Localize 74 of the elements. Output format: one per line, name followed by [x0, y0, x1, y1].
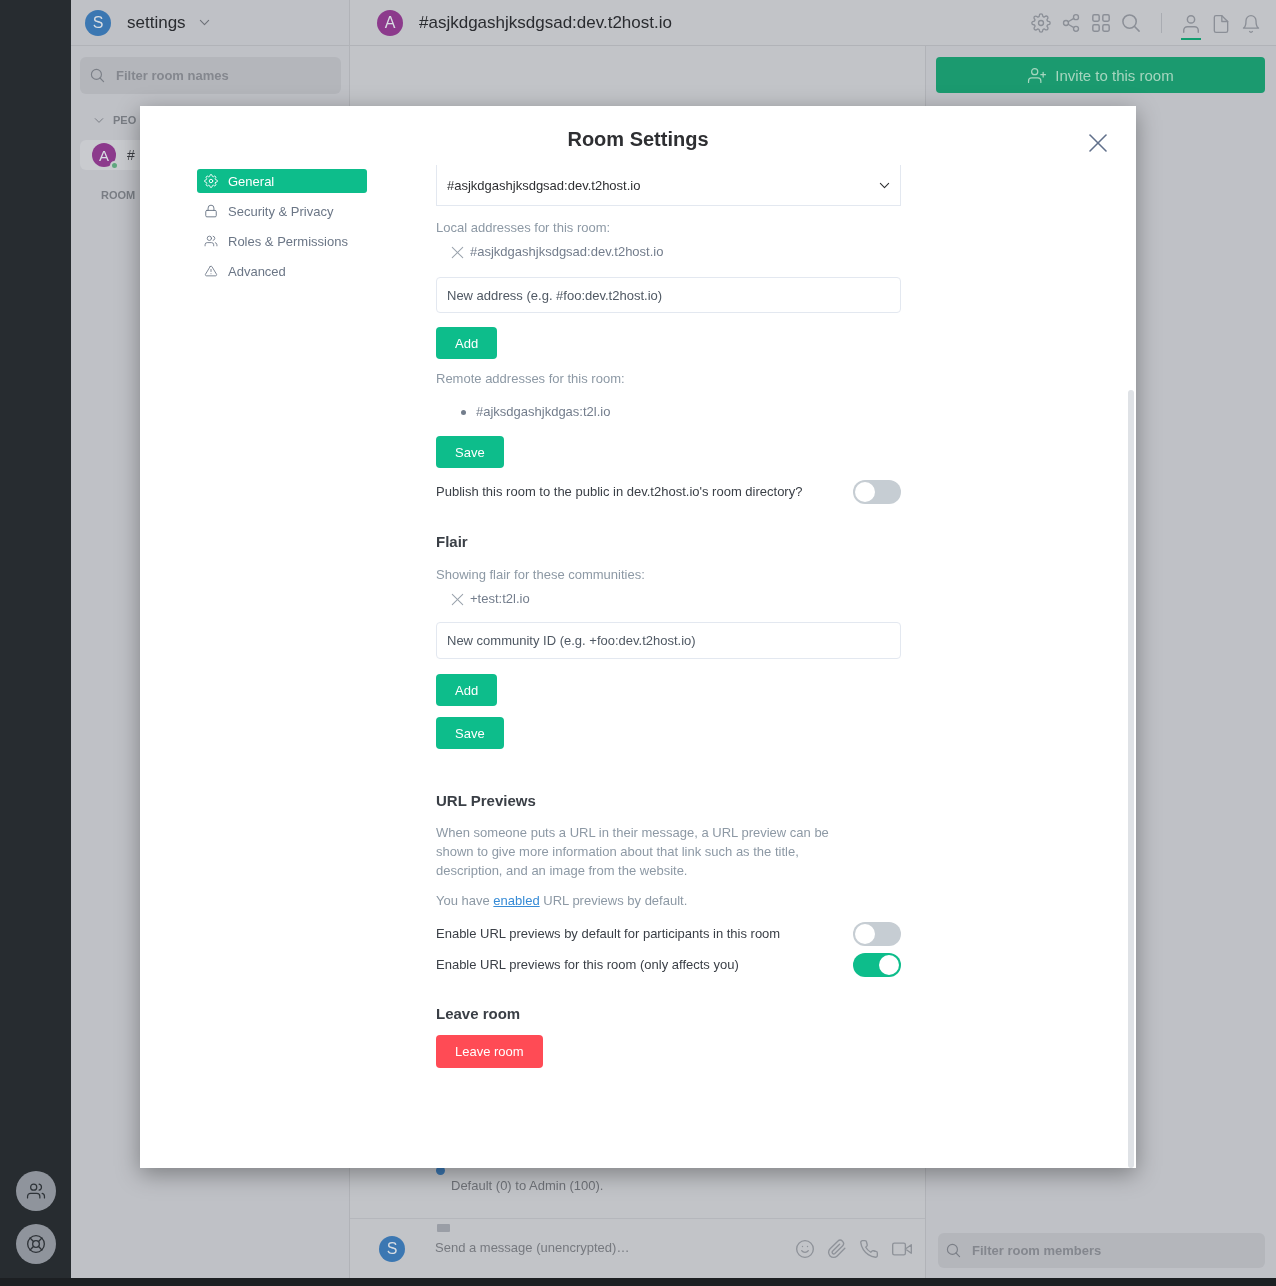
- add-button[interactable]: Add: [436, 674, 498, 706]
- dialog-title: Room Settings: [567, 127, 709, 152]
- message-field[interactable]: Send a message (unencrypted)…: [435, 1238, 735, 1256]
- section-label[interactable]: ROOM: [101, 189, 136, 201]
- chevron-icon[interactable]: [94, 116, 104, 124]
- room-avatar: A: [92, 143, 116, 167]
- community-id-field[interactable]: New community ID (e.g. +foo:dev.t2host.io): [436, 622, 901, 659]
- gear-icon[interactable]: [1031, 12, 1051, 33]
- add-button[interactable]: Add: [436, 327, 498, 359]
- invite-button[interactable]: Invite to this room: [936, 57, 1265, 93]
- search-icon: [946, 1243, 961, 1258]
- room-name: #asjkdgashjksdgsad:dev.t2host.io: [419, 12, 672, 33]
- field-label: Showing flair for these communities:: [436, 566, 645, 584]
- lock-icon: [204, 204, 218, 218]
- person-icon: [1181, 13, 1201, 34]
- chevron-icon: [879, 181, 890, 189]
- caret-icon[interactable]: [198, 19, 210, 26]
- scrollbar[interactable]: [1128, 390, 1134, 1168]
- field-label: Local addresses for this room:: [436, 219, 611, 237]
- toggle-switch[interactable]: [853, 953, 901, 977]
- close-icon[interactable]: [1088, 133, 1108, 153]
- smiley-icon[interactable]: [795, 1238, 815, 1259]
- account-name[interactable]: settings: [127, 12, 186, 33]
- toggle-label: Enable URL previews by default for participants in this room: [436, 925, 781, 943]
- section-heading: Flair: [436, 532, 468, 552]
- toggle-label: Enable URL previews for this room (only affects you): [436, 956, 739, 974]
- share-icon[interactable]: [1061, 12, 1081, 33]
- settings-tab[interactable]: Advanced: [197, 259, 367, 283]
- toggle-switch[interactable]: [853, 922, 901, 946]
- description-text: When someone puts a URL in their message, a URL preview can be shown to give more information about that link such as the title, description, and an image from the website.: [436, 824, 830, 880]
- toggle-label: Publish this room to the public in dev.t2host.io's room directory?: [436, 483, 803, 501]
- user-avatar[interactable]: S: [85, 9, 111, 36]
- people-icon: [25, 1181, 46, 1201]
- add-person-icon: [1027, 66, 1048, 84]
- section-label[interactable]: PEO: [113, 114, 137, 126]
- leave-room-button[interactable]: Leave room: [436, 1035, 543, 1068]
- bell-icon: [1241, 13, 1261, 34]
- room-avatar[interactable]: A: [377, 9, 403, 36]
- bullet-icon: [461, 409, 466, 415]
- warning-icon: [204, 264, 218, 278]
- community-item: +test:t2l.io: [470, 590, 530, 608]
- address-item: #ajksdgashjkdgas:t2l.io: [476, 403, 611, 421]
- save-button[interactable]: Save: [436, 717, 504, 749]
- gear-icon: [204, 174, 218, 188]
- search-icon: [90, 68, 105, 83]
- settings-tab[interactable]: General: [197, 169, 367, 193]
- preview-note: You have enabled URL previews by default.: [436, 892, 688, 910]
- enabled-link[interactable]: enabled: [493, 893, 540, 908]
- help-button[interactable]: [15, 1224, 56, 1264]
- search-icon[interactable]: [1121, 12, 1141, 33]
- cross-icon[interactable]: [451, 592, 464, 606]
- people-button[interactable]: [15, 1171, 56, 1211]
- file-icon: [1211, 13, 1231, 34]
- address-dropdown[interactable]: #asjkdgashjksdgsad:dev.t2host.io: [436, 165, 901, 206]
- toggle-switch[interactable]: [853, 480, 901, 504]
- address-field[interactable]: New address (e.g. #foo:dev.t2host.io): [436, 277, 901, 313]
- event-text: Default (0) to Admin (100).: [451, 1177, 604, 1195]
- people-icon: [204, 234, 218, 248]
- tile-icon: [437, 1224, 450, 1232]
- grid-icon[interactable]: [1091, 12, 1111, 33]
- phone-icon[interactable]: [859, 1238, 879, 1259]
- save-button[interactable]: Save: [436, 436, 504, 468]
- user-avatar: S: [379, 1235, 405, 1262]
- room-list-item[interactable]: A #: [80, 140, 140, 170]
- address-item: #asjkdgashjksdgsad:dev.t2host.io: [470, 243, 664, 261]
- lifebuoy-icon: [25, 1234, 46, 1254]
- section-heading: Leave room: [436, 1004, 521, 1024]
- section-heading: URL Previews: [436, 791, 536, 811]
- settings-tab[interactable]: Roles & Permissions: [197, 229, 367, 253]
- cross-icon[interactable]: [451, 245, 464, 259]
- video-camera-icon[interactable]: [891, 1240, 913, 1257]
- paperclip-icon[interactable]: [827, 1238, 847, 1259]
- field-label: Remote addresses for this room:: [436, 370, 625, 388]
- settings-tab[interactable]: Security & Privacy: [197, 199, 367, 223]
